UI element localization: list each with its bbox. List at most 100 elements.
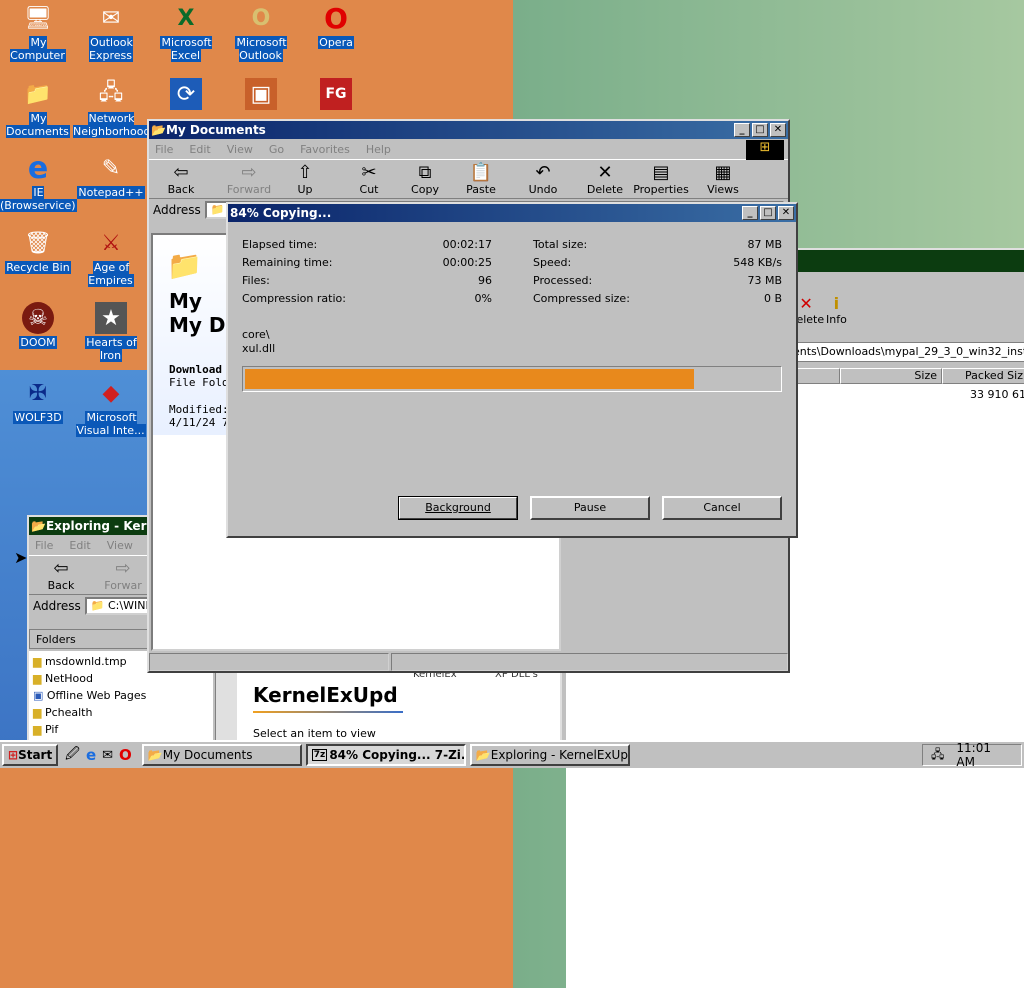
cancel-button[interactable]: Cancel [662, 496, 782, 520]
column-header-size[interactable]: Size [840, 368, 942, 384]
menu-file[interactable]: File [155, 143, 173, 156]
my-documents-toolbar: ⇦ Back ⇨ Forward ⇧ Up ✂ Cut ⧉ Copy 📋 Paste ↶ Un… [149, 159, 788, 199]
close-button[interactable]: ✕ [770, 123, 786, 137]
desktop-icon-excel[interactable]: X Microsoft Excel [148, 2, 224, 62]
system-tray: 🖧 11:01 AM [922, 741, 1022, 769]
forward-button[interactable]: ⇨ Forward [221, 163, 277, 197]
speed-label: Speed: [533, 256, 572, 269]
desktop-icon-ie[interactable]: e IE (Browservice) [0, 151, 77, 212]
archive-info-button[interactable]: i Info [826, 294, 847, 326]
network-icon: 🖧 [98, 80, 124, 105]
pause-button[interactable]: Pause [530, 496, 650, 520]
desktop-icon-recycle-bin[interactable]: 🗑 Recycle Bin [0, 227, 76, 274]
menu-view[interactable]: View [107, 539, 133, 552]
exploring-heading: KernelExUpd [253, 683, 398, 707]
mouse-cursor-icon: ➤ [14, 548, 28, 567]
exploring-forward-button[interactable]: ⇨ Forwar [95, 558, 151, 593]
task-exploring[interactable]: 📂 Exploring - KernelExUp... [469, 744, 630, 766]
copy-progress-bar [242, 366, 782, 392]
menu-go[interactable]: Go [269, 143, 284, 156]
maximize-button[interactable]: □ [752, 123, 768, 137]
properties-button[interactable]: ▤ Properties [633, 163, 689, 197]
my-documents-statusbar [149, 653, 788, 671]
menu-favorites[interactable]: Favorites [300, 143, 350, 156]
files-value: 96 [478, 274, 492, 287]
column-header[interactable] [792, 368, 840, 384]
desktop-icon-doom[interactable]: ☠ DOOM [0, 302, 76, 349]
delete-x-icon: ✕ [597, 162, 613, 183]
up-button[interactable]: ⇧ Up [277, 162, 333, 197]
folder-up-icon: ⇧ [297, 162, 313, 183]
processed-value: 73 MB [747, 274, 782, 287]
tray-app-icon[interactable]: 🖧 [931, 745, 944, 766]
quick-launch-outlook-icon[interactable]: ✉ [102, 748, 113, 763]
cut-button[interactable]: ✂ Cut [341, 163, 397, 197]
desktop-icon-fg[interactable]: FG [298, 78, 374, 112]
quick-launch-ie-icon[interactable]: e [86, 746, 96, 764]
undo-icon: ↶ [535, 162, 551, 183]
views-button[interactable]: ▦ Views [695, 163, 751, 197]
folder-item[interactable]: ▣ Offline Web Pages [33, 687, 209, 704]
menu-edit[interactable]: Edit [189, 143, 210, 156]
powerpoint-icon: ▣ [245, 78, 277, 110]
copy-progress-dialog: 84% Copying... _ □ ✕ Elapsed time: 00:02… [226, 202, 798, 538]
background-button[interactable]: Background [398, 496, 518, 520]
folder-icon: 📁 [210, 203, 225, 216]
desktop-icon-outlook[interactable]: O Microsoft Outlook [223, 2, 299, 62]
notepad-icon: ✎ [101, 155, 121, 181]
paste-button[interactable]: 📋 Paste [453, 163, 509, 197]
maximize-button[interactable]: □ [760, 206, 776, 220]
menu-file[interactable]: File [35, 539, 53, 552]
folder-item[interactable]: ▆ Pchealth [33, 704, 209, 721]
minimize-button[interactable]: _ [734, 123, 750, 137]
folder-icon: 📂 [151, 123, 166, 137]
task-my-documents[interactable]: 📂 My Documents [141, 744, 302, 766]
folder-item[interactable]: ▆ Pif [33, 721, 209, 738]
remaining-label: Remaining time: [242, 256, 333, 269]
copy-button[interactable]: ⧉ Copy [397, 163, 453, 197]
desktop-icon-shortcut[interactable]: ⟳ [148, 78, 224, 112]
compressed-size-value: 0 B [763, 292, 782, 305]
desktop-icon-wolf3d[interactable]: ✠ WOLF3D [0, 377, 76, 424]
excel-icon: X [177, 5, 195, 31]
desktop-icon-visual-interdev[interactable]: ◆ Microsoft Visual Inte... [73, 377, 149, 437]
address-label: Address [153, 203, 201, 217]
desktop-icon-network[interactable]: 🖧 Network Neighborhood [73, 78, 152, 138]
app-shortcut-icon: ⟳ [170, 78, 202, 110]
desktop-icon-my-documents[interactable]: 📁 My Documents [0, 78, 76, 138]
compressed-size-label: Compressed size: [533, 292, 630, 305]
menu-edit[interactable]: Edit [69, 539, 90, 552]
folder-icon: 📂 [31, 519, 46, 533]
folder-icon: ▆ [33, 723, 45, 736]
undo-button[interactable]: ↶ Undo [515, 162, 571, 197]
wolf3d-icon: ✠ [28, 380, 48, 406]
delete-button[interactable]: ✕ Delete [577, 162, 633, 197]
back-button[interactable]: ⇦ Back [153, 163, 209, 197]
desktop-icon-hearts-of-iron[interactable]: ★ Hearts of Iron [73, 302, 149, 362]
desktop-icon-opera[interactable]: O Opera [298, 2, 374, 49]
close-button[interactable]: ✕ [778, 206, 794, 220]
desktop-icon-notepadpp[interactable]: ✎ Notepad++ [73, 152, 149, 199]
desktop-icon-outlook-express[interactable]: ✉ Outlook Express [73, 2, 149, 62]
desktop-icon-age-of-empires[interactable]: ⚔ Age of Empires [73, 227, 149, 287]
back-arrow-icon: ⇦ [53, 558, 69, 579]
current-directory: core\ [242, 328, 270, 341]
menu-help[interactable]: Help [366, 143, 391, 156]
minimize-button[interactable]: _ [742, 206, 758, 220]
total-size-label: Total size: [533, 238, 588, 251]
quick-launch-desktop-icon[interactable]: 🖉 [65, 743, 80, 767]
my-documents-titlebar[interactable]: 📂 My Documents _ □ ✕ [149, 121, 788, 139]
copy-dialog-titlebar[interactable]: 84% Copying... _ □ ✕ [228, 204, 796, 222]
task-copying[interactable]: 7z 84% Copying... 7-Zi... [305, 744, 466, 766]
processed-label: Processed: [533, 274, 593, 287]
start-button[interactable]: ⊞ Start [2, 744, 58, 766]
desktop-icon-my-computer[interactable]: 🖥 My Computer [0, 2, 76, 62]
clock[interactable]: 11:01 AM [956, 741, 1007, 769]
folder-icon: 📂 [147, 748, 163, 762]
column-header-packed[interactable]: Packed Siz [942, 368, 1024, 384]
quick-launch-opera-icon[interactable]: O [119, 746, 132, 764]
forward-arrow-icon: ⇨ [115, 558, 131, 579]
exploring-back-button[interactable]: ⇦ Back [33, 558, 89, 593]
menu-view[interactable]: View [227, 143, 253, 156]
desktop-icon-powerpoint[interactable]: ▣ [223, 78, 299, 112]
